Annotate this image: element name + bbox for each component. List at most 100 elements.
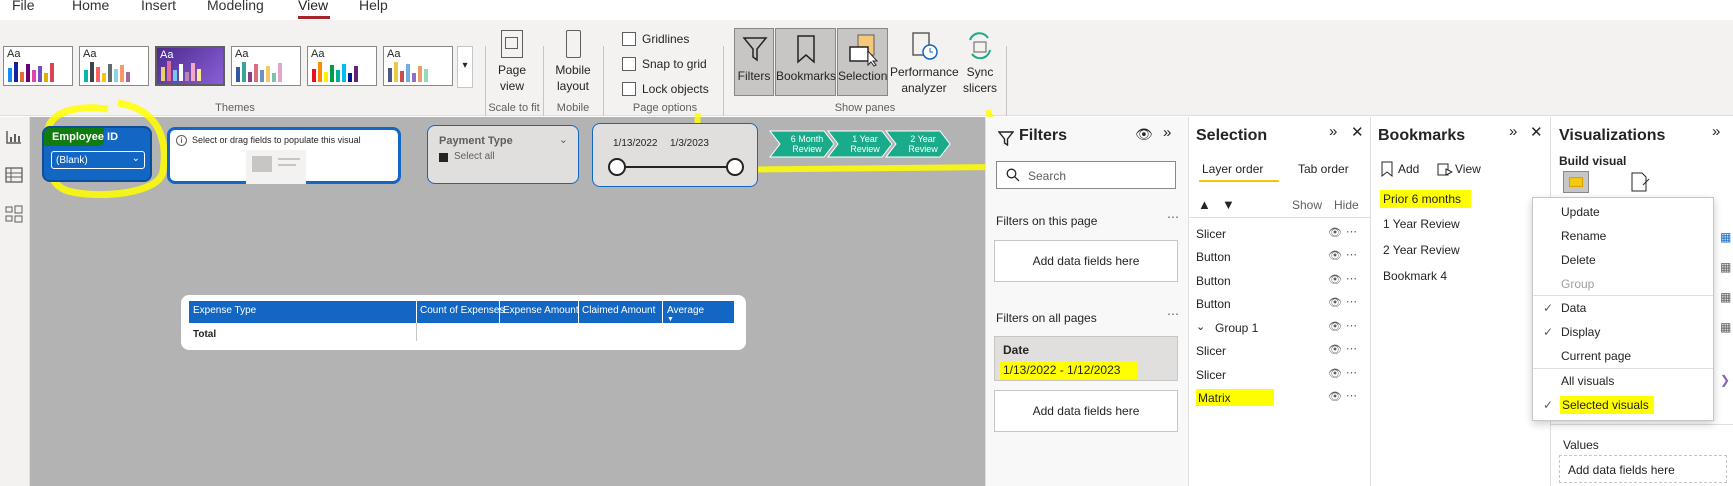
close-icon[interactable]: ✕ [1530, 123, 1543, 141]
move-down-icon[interactable]: ▼ [1222, 197, 1235, 212]
gridlines-checkbox[interactable]: Gridlines [622, 32, 689, 46]
menu-update[interactable]: Update [1561, 205, 1600, 219]
bookmark-item[interactable]: 2 Year Review [1383, 243, 1460, 257]
collapse-pane-icon[interactable]: » [1712, 123, 1720, 140]
more-options-icon[interactable]: ⋯ [1346, 342, 1357, 355]
eye-icon[interactable]: 👁 [1135, 126, 1153, 143]
theme-swatch-6[interactable]: Aa [383, 46, 453, 86]
matrix-header-expense-type[interactable]: Expense Type [193, 305, 256, 316]
date-range-slicer[interactable]: 1/13/2022 1/3/2023 [592, 123, 758, 187]
menu-all-visuals[interactable]: All visuals [1561, 374, 1614, 388]
more-options-icon[interactable]: ⋯ [1346, 272, 1357, 285]
theme-swatch-5[interactable]: Aa [307, 46, 377, 86]
values-add-fields-well[interactable]: Add data fields here [1559, 455, 1727, 483]
collapse-pane-icon[interactable]: » [1163, 124, 1171, 141]
eye-icon[interactable]: 👁 [1328, 226, 1342, 239]
expense-matrix[interactable]: Expense Type Count of Expenses Expense A… [181, 295, 746, 350]
bookmarks-pane-button[interactable]: Bookmarks [775, 28, 836, 96]
collapse-pane-icon[interactable]: » [1329, 123, 1337, 140]
visual-type-icon[interactable]: ▦ [1720, 260, 1731, 274]
list-item[interactable]: Button 👁 ⋯ [1189, 246, 1370, 268]
more-options-icon[interactable]: ⋯ [1346, 389, 1357, 402]
menu-modeling[interactable]: Modeling [207, 0, 264, 13]
matrix-header-expense-amount[interactable]: Expense Amount [503, 305, 579, 316]
visual-type-icon[interactable]: ▦ [1720, 290, 1731, 304]
tab-layer-order[interactable]: Layer order [1202, 162, 1263, 176]
menu-delete[interactable]: Delete [1561, 253, 1596, 267]
list-item[interactable]: Matrix 👁 ⋯ [1189, 387, 1370, 409]
menu-file[interactable]: File [12, 0, 35, 13]
more-options-icon[interactable]: ⋯ [1346, 366, 1357, 379]
theme-swatch-4[interactable]: Aa [231, 46, 301, 86]
menu-insert[interactable]: Insert [141, 0, 176, 13]
menu-display[interactable]: Display [1561, 325, 1600, 339]
more-options-icon[interactable]: ⋯ [1346, 225, 1357, 238]
report-canvas[interactable]: Employee ID (Blank) ⌄ i Select or drag f… [30, 99, 999, 486]
more-options-icon[interactable]: ⋯ [1346, 295, 1357, 308]
selection-pane-button[interactable]: Selection [837, 28, 888, 96]
format-visual-icon[interactable] [1629, 171, 1651, 193]
theme-swatch-3[interactable]: Aa [155, 46, 225, 86]
add-page-filter-well[interactable]: Add data fields here [994, 240, 1178, 282]
more-options-icon[interactable]: ⋯ [1346, 248, 1357, 261]
sync-slicers-button[interactable]: Sync slicers [958, 30, 1002, 96]
visual-type-icon[interactable]: ▦ [1720, 320, 1731, 334]
eye-icon[interactable]: 👁 [1328, 367, 1342, 380]
bookmark-item[interactable]: 1 Year Review [1383, 217, 1460, 231]
build-visual-icon[interactable] [1563, 171, 1589, 193]
employee-id-dropdown[interactable]: (Blank) ⌄ [51, 151, 145, 169]
bookmark-item[interactable]: Prior 6 months [1380, 190, 1471, 208]
chevron-down-icon[interactable]: ⌄ [1196, 320, 1205, 333]
list-item[interactable]: Slicer 👁 ⋯ [1189, 223, 1370, 245]
menu-rename[interactable]: Rename [1561, 229, 1606, 243]
theme-swatch-1[interactable]: Aa [3, 46, 73, 86]
show-all-button[interactable]: Show [1292, 198, 1322, 212]
eye-icon[interactable]: 👁 [1328, 273, 1342, 286]
report-view-icon[interactable] [5, 129, 23, 145]
menu-data[interactable]: Data [1561, 301, 1586, 315]
lock-objects-checkbox[interactable]: Lock objects [622, 82, 709, 96]
menu-current-page[interactable]: Current page [1561, 349, 1631, 363]
close-icon[interactable]: ✕ [1351, 123, 1364, 141]
themes-dropdown-button[interactable]: ▾ [457, 46, 473, 88]
list-item[interactable]: Button 👁 ⋯ [1189, 270, 1370, 292]
eye-icon[interactable]: 👁 [1328, 390, 1342, 403]
slider-handle-start[interactable] [608, 158, 626, 176]
matrix-header-claimed-amount[interactable]: Claimed Amount [582, 305, 655, 316]
filters-search-input[interactable]: Search [996, 161, 1176, 189]
visual-type-icon[interactable]: ❯ [1720, 373, 1730, 387]
add-all-pages-filter-well[interactable]: Add data fields here [994, 390, 1178, 432]
visual-type-icon[interactable]: ▦ [1720, 230, 1731, 244]
slider-handle-end[interactable] [726, 158, 744, 176]
more-options-icon[interactable]: ⋯ [1167, 210, 1179, 224]
eye-icon[interactable]: 👁 [1328, 320, 1342, 333]
matrix-header-average[interactable]: Average [667, 305, 704, 316]
tab-tab-order[interactable]: Tab order [1298, 162, 1349, 176]
hide-all-button[interactable]: Hide [1334, 198, 1359, 212]
eye-icon[interactable]: 👁 [1328, 296, 1342, 309]
list-item[interactable]: Slicer 👁 ⋯ [1189, 364, 1370, 386]
eye-icon[interactable]: 👁 [1328, 343, 1342, 356]
menu-home[interactable]: Home [72, 0, 109, 13]
more-options-icon[interactable]: ⋯ [1167, 307, 1179, 321]
model-view-icon[interactable] [5, 205, 23, 223]
snap-to-grid-checkbox[interactable]: Snap to grid [622, 57, 707, 71]
mobile-layout-button[interactable]: Mobile layout [548, 30, 598, 94]
move-up-icon[interactable]: ▲ [1198, 197, 1211, 212]
matrix-header-count[interactable]: Count of Expenses [420, 305, 505, 316]
payment-type-slicer[interactable]: Payment Type ⌄ Select all [427, 125, 579, 184]
list-item[interactable]: Button 👁 ⋯ [1189, 293, 1370, 315]
empty-placeholder-visual[interactable]: i Select or drag fields to populate this… [167, 127, 401, 184]
eye-icon[interactable]: 👁 [1328, 249, 1342, 262]
bookmark-item[interactable]: Bookmark 4 [1383, 269, 1447, 283]
list-item[interactable]: Slicer 👁 ⋯ [1189, 340, 1370, 362]
collapse-pane-icon[interactable]: » [1509, 123, 1517, 140]
checkbox-filled[interactable] [439, 153, 448, 162]
table-view-icon[interactable] [5, 167, 23, 183]
filters-pane-button[interactable]: Filters [734, 28, 774, 96]
menu-help[interactable]: Help [359, 0, 388, 13]
page-view-button[interactable]: Page view [490, 30, 534, 94]
date-filter-card[interactable]: Date 1/13/2022 - 1/12/2023 [994, 336, 1178, 381]
performance-analyzer-button[interactable]: Performance analyzer [890, 30, 959, 96]
list-item-group[interactable]: ⌄ Group 1 👁 ⋯ [1189, 317, 1370, 339]
